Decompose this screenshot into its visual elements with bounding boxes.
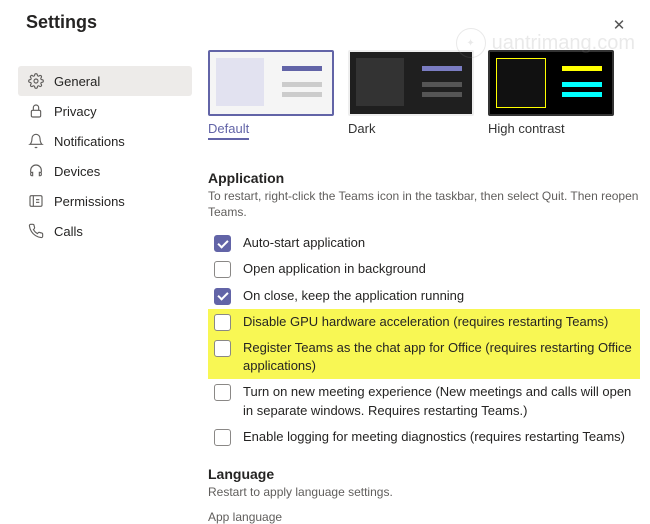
application-section-title: Application [208,170,640,186]
option-label: On close, keep the application running [243,287,634,305]
settings-title: Settings [26,12,97,33]
bell-icon [28,133,44,149]
option-label: Register Teams as the chat app for Offic… [243,339,634,375]
phone-icon [28,223,44,239]
sidebar-item-label: Devices [54,164,100,179]
sidebar-item-privacy[interactable]: Privacy [18,96,192,126]
option-auto-start: Auto-start application [208,230,640,256]
sidebar-item-notifications[interactable]: Notifications [18,126,192,156]
option-label: Enable logging for meeting diagnostics (… [243,428,634,446]
theme-high-contrast[interactable]: High contrast [488,50,614,140]
option-logging: Enable logging for meeting diagnostics (… [208,424,640,450]
checkbox-open-background[interactable] [214,261,231,278]
app-language-label: App language [208,510,640,524]
sidebar-item-label: Notifications [54,134,125,149]
close-button[interactable]: ✕ [606,12,632,38]
theme-preview-hc [488,50,614,116]
checkbox-on-close[interactable] [214,288,231,305]
sidebar-item-label: Permissions [54,194,125,209]
option-new-meeting: Turn on new meeting experience (New meet… [208,379,640,423]
sidebar-item-calls[interactable]: Calls [18,216,192,246]
checkbox-disable-gpu[interactable] [214,314,231,331]
theme-dark[interactable]: Dark [348,50,474,140]
lock-icon [28,103,44,119]
theme-label: High contrast [488,121,614,136]
option-on-close: On close, keep the application running [208,283,640,309]
sidebar-item-permissions[interactable]: Permissions [18,186,192,216]
option-label: Auto-start application [243,234,634,252]
checkbox-auto-start[interactable] [214,235,231,252]
sidebar-item-general[interactable]: General [18,66,192,96]
settings-content: Default Dark High contrast Application T… [200,50,650,524]
option-register-chat: Register Teams as the chat app for Offic… [208,335,640,379]
option-disable-gpu: Disable GPU hardware acceleration (requi… [208,309,640,335]
language-section-subtitle: Restart to apply language settings. [208,485,640,501]
theme-selector: Default Dark High contrast [208,50,640,140]
sidebar-item-devices[interactable]: Devices [18,156,192,186]
theme-label: Dark [348,121,474,136]
gear-icon [28,73,44,89]
sidebar-item-label: General [54,74,100,89]
headset-icon [28,163,44,179]
option-label: Open application in background [243,260,634,278]
language-section-title: Language [208,466,640,482]
application-section-subtitle: To restart, right-click the Teams icon i… [208,189,640,220]
theme-preview-default [208,50,334,116]
sidebar-item-label: Privacy [54,104,97,119]
checkbox-new-meeting[interactable] [214,384,231,401]
settings-sidebar: General Privacy Notifications Devices [0,50,200,524]
permissions-icon [28,193,44,209]
close-icon: ✕ [613,16,626,34]
checkbox-register-chat[interactable] [214,340,231,357]
theme-default[interactable]: Default [208,50,334,140]
theme-preview-dark [348,50,474,116]
option-open-background: Open application in background [208,256,640,282]
sidebar-item-label: Calls [54,224,83,239]
checkbox-logging[interactable] [214,429,231,446]
theme-label: Default [208,121,249,140]
option-label: Turn on new meeting experience (New meet… [243,383,634,419]
option-label: Disable GPU hardware acceleration (requi… [243,313,634,331]
